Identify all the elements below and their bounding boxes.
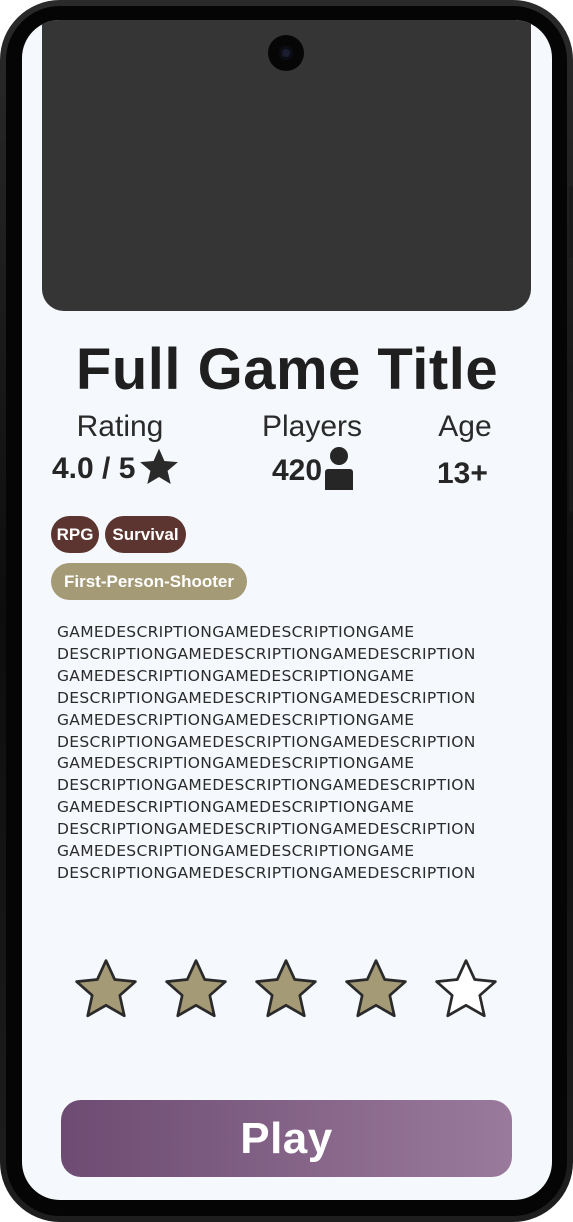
phone-frame: Full Game Title Rating Players Age 4.0 /…	[0, 0, 573, 1222]
players-label: Players	[261, 410, 363, 443]
star-filled-icon[interactable]	[160, 954, 232, 1026]
power-button	[569, 392, 573, 512]
players-value: 420	[272, 447, 354, 492]
app-screen: Full Game Title Rating Players Age 4.0 /…	[22, 20, 552, 1200]
star-filled-icon[interactable]	[250, 954, 322, 1026]
players-value-text: 420	[272, 453, 323, 487]
game-description: GAMEDESCRIPTIONGAMEDESCRIPTIONGAME DESCR…	[57, 622, 527, 885]
play-button[interactable]: Play	[61, 1100, 512, 1177]
description-line: GAMEDESCRIPTIONGAMEDESCRIPTIONGAME	[57, 842, 415, 861]
person-icon	[325, 447, 354, 490]
star-empty-icon[interactable]	[430, 954, 502, 1026]
description-line: DESCRIPTIONGAMEDESCRIPTIONGAMEDESCRIPTIO…	[57, 644, 476, 663]
description-line: DESCRIPTIONGAMEDESCRIPTIONGAMEDESCRIPTIO…	[57, 776, 476, 795]
description-line: DESCRIPTIONGAMEDESCRIPTIONGAMEDESCRIPTIO…	[57, 688, 476, 707]
tag-survival[interactable]: Survival	[105, 516, 186, 553]
description-line: DESCRIPTIONGAMEDESCRIPTIONGAMEDESCRIPTIO…	[57, 863, 476, 882]
age-label: Age	[438, 410, 492, 443]
star-filled-icon[interactable]	[340, 954, 412, 1026]
game-title: Full Game Title	[75, 337, 499, 402]
tag-rpg[interactable]: RPG	[51, 516, 99, 553]
rating-label: Rating	[76, 410, 164, 443]
volume-button	[569, 186, 573, 258]
description-line: DESCRIPTIONGAMEDESCRIPTIONGAMEDESCRIPTIO…	[57, 732, 476, 751]
description-line: GAMEDESCRIPTIONGAMEDESCRIPTIONGAME	[57, 666, 415, 685]
front-camera	[268, 35, 304, 71]
description-line: GAMEDESCRIPTIONGAMEDESCRIPTIONGAME	[57, 710, 415, 729]
age-value: 13+	[437, 457, 488, 490]
description-line: GAMEDESCRIPTIONGAMEDESCRIPTIONGAME	[57, 754, 415, 773]
rating-value: 4.0 / 5	[52, 448, 180, 488]
rating-value-text: 4.0 / 5	[52, 452, 136, 485]
tag-first-person-shooter[interactable]: First-Person-Shooter	[51, 563, 247, 600]
description-line: GAMEDESCRIPTIONGAMEDESCRIPTIONGAME	[57, 798, 415, 817]
star-filled-icon[interactable]	[70, 954, 142, 1026]
star-icon	[140, 448, 179, 485]
description-line: GAMEDESCRIPTIONGAMEDESCRIPTIONGAME	[57, 623, 415, 641]
description-line: DESCRIPTIONGAMEDESCRIPTIONGAMEDESCRIPTIO…	[57, 820, 476, 839]
camera-lens	[279, 46, 293, 60]
